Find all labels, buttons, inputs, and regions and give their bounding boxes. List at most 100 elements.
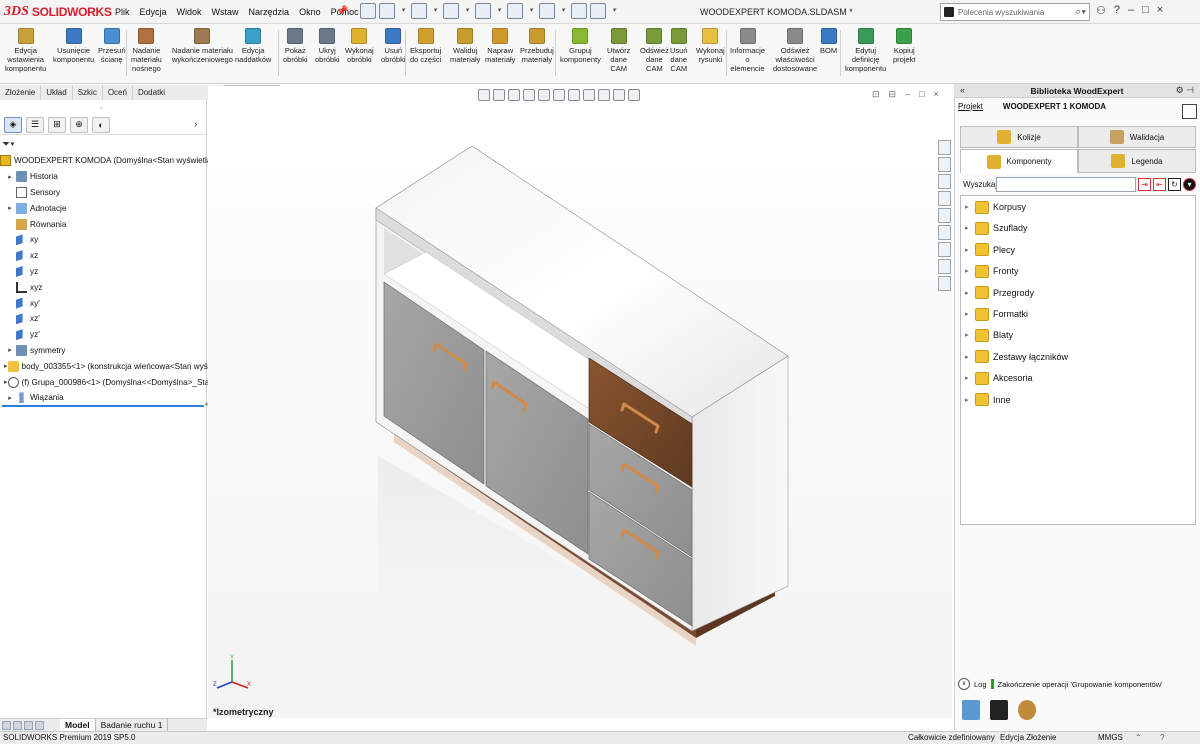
- configuration-manager-tab-icon[interactable]: ⊞: [48, 116, 66, 133]
- category-item[interactable]: ▸ Zestawy łączników: [965, 349, 1068, 365]
- menu-item-5[interactable]: Okno: [294, 5, 326, 19]
- expand-arrow-icon[interactable]: ▸: [4, 346, 16, 354]
- tree-node[interactable]: ▸ Historia: [0, 169, 207, 185]
- expand-arrow-icon[interactable]: ▸: [965, 353, 971, 361]
- tree-node[interactable]: xz: [0, 248, 207, 264]
- rebuild-icon[interactable]: [571, 3, 587, 19]
- section-view-icon[interactable]: [523, 89, 535, 101]
- menu-item-2[interactable]: Widok: [172, 5, 207, 19]
- edit-project-icon[interactable]: [1182, 104, 1197, 119]
- scroll-first-icon[interactable]: [2, 720, 11, 730]
- refresh-icon[interactable]: ↻: [1168, 178, 1181, 191]
- expand-arrow-icon[interactable]: ▸: [965, 224, 971, 232]
- category-item[interactable]: ▸ Formatki: [965, 306, 1028, 322]
- expand-arrow-icon[interactable]: ▸: [4, 204, 16, 212]
- tree-node[interactable]: ▸ Adnotacje: [0, 200, 207, 216]
- tree-node[interactable]: xy: [0, 232, 207, 248]
- view-orientation-icon[interactable]: [553, 89, 565, 101]
- menu-item-1[interactable]: Edycja: [135, 5, 172, 19]
- viewport-minimize-icon[interactable]: –: [905, 89, 910, 100]
- undo-icon[interactable]: [507, 3, 523, 19]
- category-item[interactable]: ▸ Przegrody: [965, 285, 1034, 301]
- tree-node[interactable]: xyz: [0, 279, 207, 295]
- expand-arrow-icon[interactable]: ▸: [965, 331, 971, 339]
- search-icon[interactable]: ⌕▾: [1075, 6, 1089, 19]
- ribbon-button-15[interactable]: Utwórz dane CAM: [607, 28, 630, 73]
- pin-icon[interactable]: 📌: [336, 6, 348, 17]
- status-units[interactable]: MMGS: [1098, 733, 1123, 742]
- ribbon-button-16[interactable]: Odśwież dane CAM: [640, 28, 669, 73]
- ribbon-button-5[interactable]: Edycja naddatków: [235, 28, 271, 64]
- units-menu-icon[interactable]: ⌃: [1135, 733, 1142, 742]
- ribbon-button-1[interactable]: Usunięcie komponentu: [53, 28, 94, 64]
- ribbon-button-10[interactable]: Eksportuj do części: [410, 28, 441, 64]
- ribbon-button-9[interactable]: Usuń obróbki: [381, 28, 406, 64]
- tree-node[interactable]: Sensory: [0, 185, 207, 201]
- tree-node[interactable]: ▸ (f) Grupa_000986<1> (Domyślna<<Domyślna…: [0, 374, 214, 390]
- edit-appearance-icon[interactable]: [598, 89, 610, 101]
- log-expand-icon[interactable]: ∨: [958, 678, 970, 690]
- tree-node[interactable]: WOODEXPERT KOMODA (Domyślna<Stan wyświet…: [0, 153, 225, 169]
- options-gear-icon[interactable]: [590, 3, 606, 19]
- menu-item-3[interactable]: Wstaw: [207, 5, 244, 19]
- tab-validation[interactable]: Walidacja: [1078, 126, 1196, 148]
- viewport-maximize-icon[interactable]: □: [919, 89, 924, 100]
- design-library-icon[interactable]: [938, 157, 951, 172]
- document-icon[interactable]: [990, 700, 1008, 720]
- home-icon[interactable]: [938, 140, 951, 155]
- tree-node[interactable]: xy': [0, 295, 207, 311]
- command-tab-0[interactable]: Złożenie: [0, 85, 42, 100]
- menu-item-4[interactable]: Narzędzia: [244, 5, 295, 19]
- category-item[interactable]: ▸ Plecy: [965, 242, 1015, 258]
- category-item[interactable]: ▸ Korpusy: [965, 199, 1026, 215]
- report-icon[interactable]: [962, 700, 980, 720]
- expand-arrow-icon[interactable]: ▸: [965, 374, 971, 382]
- panel-splitter-handle[interactable]: ◦: [100, 103, 103, 112]
- dynamic-annotation-icon[interactable]: [538, 89, 550, 101]
- ribbon-button-4[interactable]: Nadanie materiału wykończeniowego: [172, 28, 233, 64]
- ribbon-button-8[interactable]: Wykonaj obróbki: [345, 28, 374, 64]
- expand-arrow-icon[interactable]: ▸: [4, 394, 16, 402]
- ribbon-button-22[interactable]: Edytuj definicję komponentu: [845, 28, 886, 73]
- tab-model[interactable]: Model: [60, 719, 96, 731]
- tree-node[interactable]: Równania: [0, 216, 207, 232]
- tab-components[interactable]: Komponenty: [960, 149, 1078, 173]
- expand-arrow-icon[interactable]: ▸: [965, 289, 971, 297]
- ribbon-button-20[interactable]: Odśwież właściwości dostosowane: [773, 28, 817, 73]
- tree-node[interactable]: yz: [0, 264, 207, 280]
- ribbon-button-21[interactable]: BOM: [820, 28, 837, 55]
- scroll-prev-icon[interactable]: [13, 720, 22, 730]
- ribbon-button-3[interactable]: Nadanie materiału nośnego: [131, 28, 162, 73]
- command-tab-3[interactable]: Oceń: [103, 85, 133, 100]
- menu-item-0[interactable]: Plik: [110, 5, 135, 19]
- scroll-next-icon[interactable]: [24, 720, 33, 730]
- ribbon-button-0[interactable]: Edycja wstawienia komponentu: [5, 28, 46, 73]
- tree-node[interactable]: ▸ Wiązania: [0, 390, 207, 406]
- category-item[interactable]: ▸ Fronty: [965, 263, 1019, 279]
- scroll-last-icon[interactable]: [35, 720, 44, 730]
- export-icon[interactable]: ⇤: [1153, 178, 1166, 191]
- select-icon[interactable]: [539, 3, 555, 19]
- viewport-close-icon[interactable]: ×: [934, 89, 939, 100]
- previous-view-icon[interactable]: [508, 89, 520, 101]
- ribbon-button-12[interactable]: Napraw materiały: [485, 28, 515, 64]
- new-document-icon[interactable]: [379, 3, 395, 19]
- hide-show-items-icon[interactable]: [583, 89, 595, 101]
- 3dcontent-icon[interactable]: [938, 259, 951, 274]
- display-manager-tab-icon[interactable]: ◐: [92, 116, 110, 133]
- tab-collisions[interactable]: Kolizje: [960, 126, 1078, 148]
- ribbon-button-13[interactable]: Przebuduj materiały: [520, 28, 554, 64]
- expand-arrow-icon[interactable]: ▸: [4, 173, 16, 181]
- ribbon-button-11[interactable]: Waliduj materiały: [450, 28, 480, 64]
- tree-node[interactable]: yz': [0, 327, 207, 343]
- ribbon-button-7[interactable]: Ukryj obróbki: [315, 28, 340, 64]
- appearances-icon[interactable]: [938, 208, 951, 223]
- dimxpert-tab-icon[interactable]: ⊕: [70, 116, 88, 133]
- status-edit-mode[interactable]: Edycja Złożenie: [1000, 733, 1056, 742]
- solidworks-logo[interactable]: 3DS SOLIDWORKS: [4, 3, 112, 21]
- custom-properties-icon[interactable]: [938, 225, 951, 240]
- graphics-viewport[interactable]: [208, 86, 952, 718]
- library-search-input[interactable]: [996, 177, 1136, 192]
- ribbon-button-2[interactable]: Przesuń ścianę: [98, 28, 126, 64]
- ribbon-button-23[interactable]: Kopiuj projekt: [893, 28, 916, 64]
